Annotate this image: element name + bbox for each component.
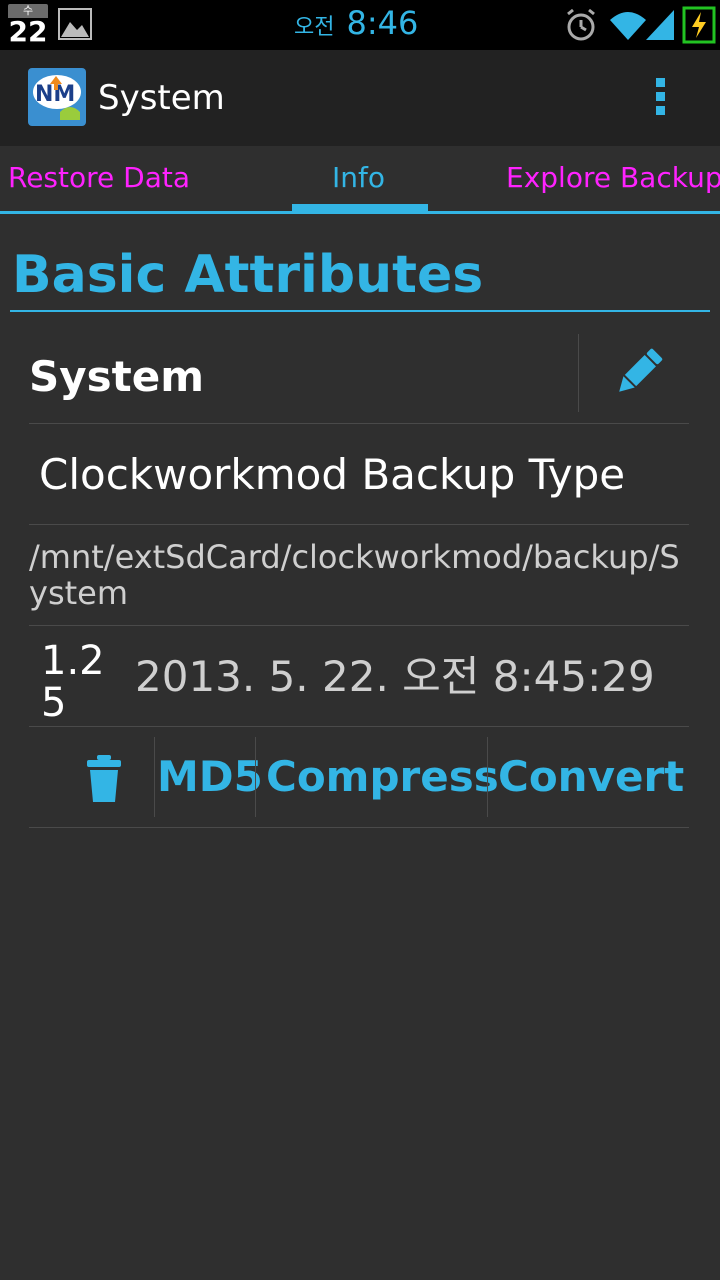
battery-charging-icon: [682, 6, 716, 44]
delete-trash-icon[interactable]: [85, 755, 123, 803]
clock-ampm: 오전: [294, 15, 335, 40]
action-bar: NM System: [0, 50, 720, 146]
nm-app-icon[interactable]: NM: [28, 68, 86, 126]
tab-info[interactable]: Info: [332, 160, 385, 196]
alarm-icon: [567, 8, 595, 41]
calendar-icon: 수 22: [8, 4, 48, 48]
gallery-icon: [58, 8, 92, 40]
calendar-day: 22: [8, 15, 48, 48]
backup-path: /mnt/extSdCard/clockworkmod/backup/Syste…: [29, 538, 680, 612]
clock-time: 8:46: [346, 4, 419, 42]
divider: [154, 737, 155, 817]
tab-explore-backup[interactable]: Explore Backup: [506, 160, 720, 196]
backup-path-row: /mnt/extSdCard/clockworkmod/backup/Syste…: [29, 525, 689, 626]
status-clock: 오전 8:46: [294, 4, 418, 46]
convert-button[interactable]: Convert: [498, 751, 684, 803]
section-title: Basic Attributes: [12, 245, 484, 305]
overflow-menu-icon[interactable]: [656, 78, 668, 120]
wifi-icon: [610, 12, 646, 40]
backup-version: 1.25: [41, 638, 105, 726]
backup-date: 2013. 5. 22. 오전 8:45:29: [135, 652, 655, 701]
divider: [255, 737, 256, 817]
backup-info-row: 1.25 2013. 5. 22. 오전 8:45:29: [29, 626, 689, 727]
page-title: System: [98, 78, 225, 118]
divider: [487, 737, 488, 817]
signal-icon: [646, 10, 674, 40]
backup-type: Clockworkmod Backup Type: [39, 450, 626, 499]
backup-type-row: Clockworkmod Backup Type: [29, 424, 689, 525]
md5-button[interactable]: MD5: [157, 751, 263, 803]
backup-name: System: [29, 352, 204, 401]
edit-pencil-icon[interactable]: [611, 344, 667, 400]
status-bar: 수 22 오전 8:46: [0, 0, 720, 50]
backup-name-row: System: [29, 334, 689, 424]
section-divider: [10, 310, 710, 312]
backup-actions-row: MD5 Compress Convert: [29, 727, 689, 828]
divider: [578, 334, 579, 412]
compress-button[interactable]: Compress: [266, 751, 499, 803]
selected-tab-indicator: [292, 204, 428, 212]
tab-restore-data[interactable]: Restore Data: [8, 160, 190, 196]
